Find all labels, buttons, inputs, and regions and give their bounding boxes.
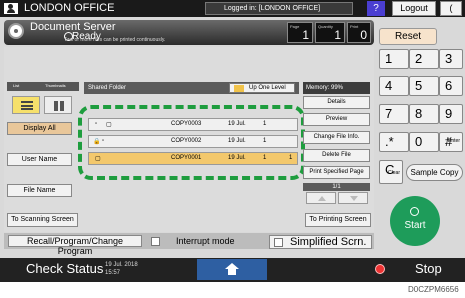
key-8[interactable]: 8 bbox=[409, 104, 439, 124]
list-view-button[interactable] bbox=[12, 96, 40, 114]
energy-saver-button[interactable]: ( bbox=[440, 1, 462, 16]
key-5[interactable]: 5 bbox=[409, 76, 439, 96]
print-counter-value: 0 bbox=[360, 28, 367, 42]
recall-program-button[interactable]: Recall/Program/Change Program bbox=[8, 235, 142, 256]
status-subtext: Two or more files can be printed continu… bbox=[64, 37, 166, 43]
key-9[interactable]: 9 bbox=[439, 104, 463, 124]
key-label: .* bbox=[385, 134, 394, 149]
reset-button[interactable]: Reset bbox=[379, 28, 437, 45]
change-file-info-button[interactable]: Change File Info. bbox=[303, 131, 370, 144]
key-label: 0 bbox=[415, 134, 423, 149]
triangle-up-icon bbox=[318, 196, 326, 201]
stop-icon[interactable] bbox=[375, 264, 385, 274]
key-label: 7 bbox=[385, 106, 393, 121]
selection-highlight-frame bbox=[78, 105, 305, 180]
user-icon bbox=[4, 3, 18, 14]
preview-button[interactable]: Preview bbox=[303, 113, 370, 126]
figure-code: D0CZPM6656 bbox=[408, 285, 459, 294]
print-counter-label: Print bbox=[350, 24, 359, 29]
print-specified-page-button[interactable]: Print Specified Page bbox=[303, 166, 370, 179]
key-label: 2 bbox=[415, 51, 423, 66]
memory-indicator: Memory: 99% bbox=[303, 82, 370, 94]
list-icon bbox=[21, 101, 33, 110]
user-name-button[interactable]: User Name bbox=[7, 153, 72, 166]
sample-copy-label: Sample Copy bbox=[410, 168, 459, 177]
key-sublabel: Clear bbox=[388, 170, 400, 176]
to-printing-screen-button[interactable]: To Printing Screen bbox=[305, 213, 371, 227]
key-label: 1 bbox=[385, 51, 393, 66]
key-label: 9 bbox=[445, 106, 453, 121]
interrupt-label: Interrupt mode bbox=[176, 236, 235, 246]
sample-copy-button[interactable]: Sample Copy bbox=[406, 164, 463, 181]
simplified-screen-button[interactable]: Simplified Scrn. bbox=[269, 235, 372, 249]
view-tabs: List Thumbnails bbox=[7, 82, 79, 91]
page-indicator: 1/1 bbox=[303, 183, 370, 191]
simplified-label: Simplified Scrn. bbox=[290, 236, 367, 248]
key-label: 4 bbox=[385, 78, 393, 93]
key-2[interactable]: 2 bbox=[409, 49, 439, 69]
key-label: 6 bbox=[445, 78, 453, 93]
interrupt-checkbox[interactable] bbox=[151, 237, 160, 246]
start-label: Start bbox=[404, 220, 426, 231]
top-bar: LONDON OFFICE Logged in: [LONDON OFFICE]… bbox=[0, 0, 465, 17]
triangle-down-icon bbox=[350, 196, 358, 201]
key-clear[interactable]: C Clear bbox=[379, 160, 403, 184]
scroll-down-button[interactable] bbox=[338, 192, 368, 204]
up-one-level-button[interactable]: Up One Level bbox=[229, 83, 295, 93]
time-text: 15:57 bbox=[105, 270, 121, 276]
stop-button[interactable]: Stop bbox=[415, 261, 442, 276]
tab-list[interactable]: List bbox=[13, 83, 19, 88]
document-server-screen: LONDON OFFICE Logged in: [LONDON OFFICE]… bbox=[0, 0, 465, 282]
quantity-counter: Quantity 1 bbox=[315, 22, 345, 43]
key-label: 5 bbox=[415, 78, 423, 93]
file-name-button[interactable]: File Name bbox=[7, 184, 72, 197]
key-1[interactable]: 1 bbox=[379, 49, 409, 69]
to-scanning-screen-button[interactable]: To Scanning Screen bbox=[7, 213, 78, 227]
check-status-button[interactable]: Check Status bbox=[26, 261, 103, 276]
delete-file-button[interactable]: Delete File bbox=[303, 149, 370, 162]
folder-label: Shared Folder bbox=[88, 85, 127, 91]
tab-thumbnails[interactable]: Thumbnails bbox=[45, 83, 66, 88]
display-all-button[interactable]: Display All bbox=[7, 122, 72, 135]
key-dot-star[interactable]: .* bbox=[379, 132, 409, 152]
home-icon bbox=[225, 263, 239, 276]
key-4[interactable]: 4 bbox=[379, 76, 409, 96]
key-7[interactable]: 7 bbox=[379, 104, 409, 124]
key-sublabel: Enter bbox=[448, 138, 460, 144]
details-button[interactable]: Details bbox=[303, 96, 370, 109]
document-server-icon bbox=[8, 23, 24, 39]
page-counter-label: Page bbox=[290, 24, 300, 29]
quantity-counter-label: Quantity bbox=[318, 24, 333, 29]
key-6[interactable]: 6 bbox=[439, 76, 463, 96]
login-status: Logged in: [LONDON OFFICE] bbox=[205, 2, 353, 15]
simplified-checkbox bbox=[274, 238, 283, 247]
key-enter[interactable]: # Enter bbox=[439, 132, 463, 152]
grid-icon bbox=[54, 101, 64, 111]
start-icon bbox=[410, 207, 419, 216]
header-panel: Document Server Ready Two or more files … bbox=[4, 20, 374, 45]
quantity-counter-value: 1 bbox=[334, 28, 341, 42]
date-text: 19 Jul. 2018 bbox=[105, 262, 138, 268]
folder-icon bbox=[234, 85, 244, 92]
user-name: LONDON OFFICE bbox=[24, 2, 115, 14]
help-button[interactable]: ? bbox=[367, 1, 385, 16]
logout-button[interactable]: Logout bbox=[392, 1, 436, 16]
page-counter-value: 1 bbox=[302, 28, 309, 42]
key-0[interactable]: 0 bbox=[409, 132, 439, 152]
home-button[interactable] bbox=[197, 259, 267, 280]
page-counter: Page 1 bbox=[287, 22, 313, 43]
print-counter: Print 0 bbox=[347, 22, 371, 43]
thumbnail-view-button[interactable] bbox=[44, 96, 72, 114]
key-3[interactable]: 3 bbox=[439, 49, 463, 69]
scroll-up-button[interactable] bbox=[306, 192, 336, 204]
key-label: 3 bbox=[445, 51, 453, 66]
start-button[interactable]: Start bbox=[390, 196, 440, 246]
key-label: 8 bbox=[415, 106, 423, 121]
up-one-level-label: Up One Level bbox=[249, 85, 286, 91]
date-time: 19 Jul. 2018 15:57 bbox=[105, 261, 138, 277]
